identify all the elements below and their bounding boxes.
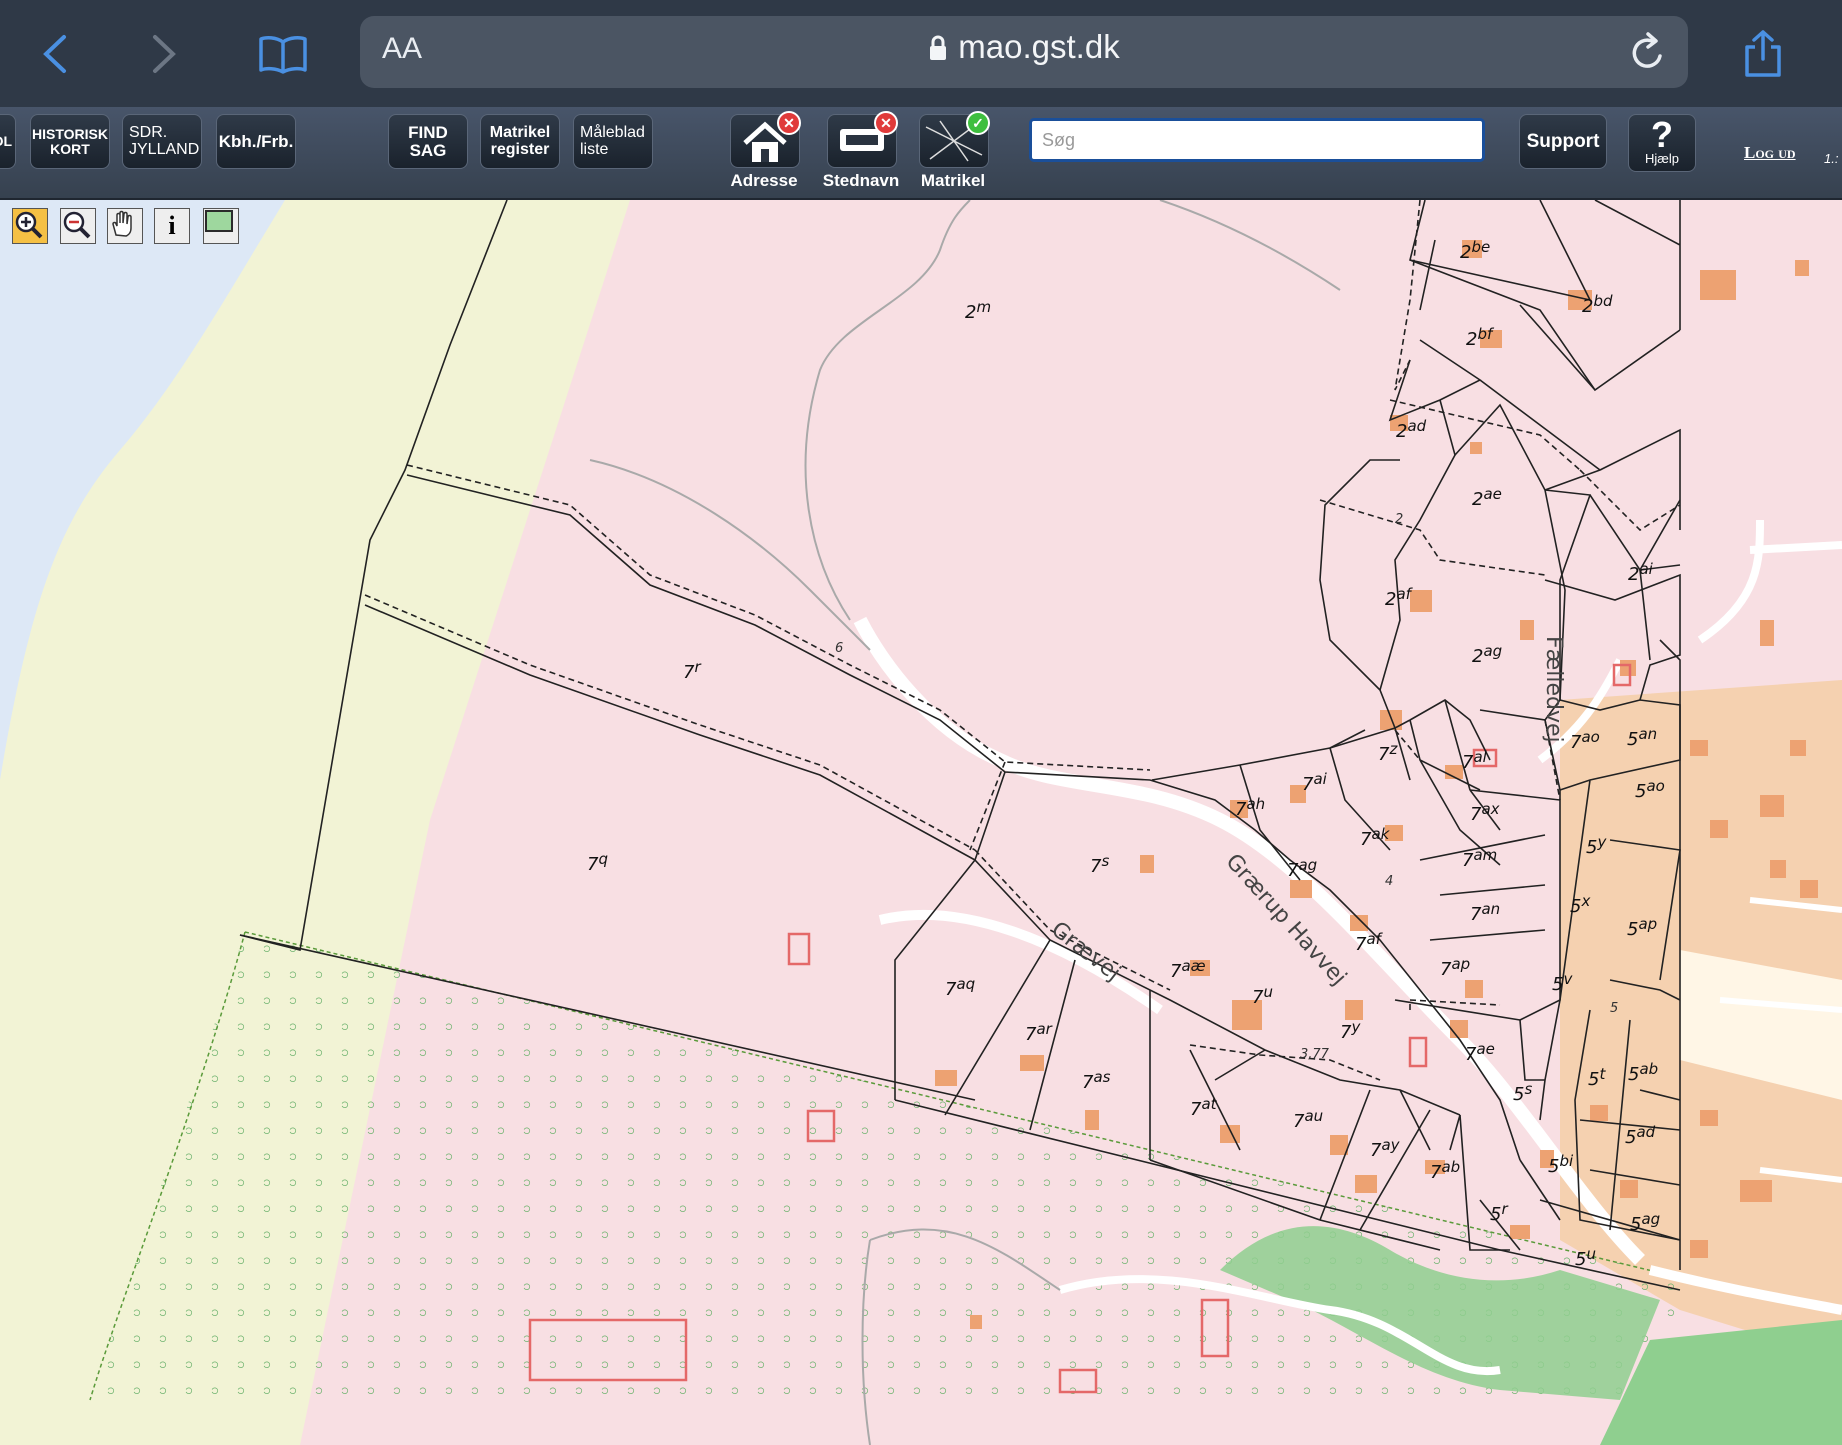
layer-toggle-matrikel[interactable]: ✓ Matrikel (916, 111, 990, 191)
question-icon: ? (1651, 114, 1673, 155)
support-button[interactable]: Support (1519, 114, 1607, 169)
layer-off-badge: ✕ (874, 111, 898, 135)
chevron-left-icon (43, 35, 66, 73)
layer-label: Adresse (730, 171, 798, 190)
edge-mark: 5 (1610, 1001, 1618, 1016)
pan-tool[interactable] (107, 208, 143, 244)
info-tool[interactable]: i (154, 208, 190, 244)
toolbar-button-dl[interactable]: DL (0, 114, 16, 169)
book-icon (259, 36, 307, 74)
zoom-out-icon (63, 211, 91, 239)
share-button[interactable] (1735, 26, 1791, 82)
layer-on-badge: ✓ (966, 111, 990, 135)
scale-text: 1.: (1824, 151, 1839, 166)
layer-toggle-adresse[interactable]: ✕ Adresse (727, 111, 801, 191)
extent-tool[interactable] (203, 208, 239, 244)
historisk-kort-button[interactable]: HISTORISK KORT (30, 114, 110, 169)
road-label-faelledvej: Fælledvej (1541, 636, 1566, 743)
help-button[interactable]: ? Hjælp (1628, 114, 1696, 172)
matrikel-register-button[interactable]: Matrikel register (480, 114, 560, 169)
search-input[interactable] (1029, 118, 1485, 162)
forward-button[interactable] (136, 26, 192, 82)
reload-button[interactable] (1628, 30, 1668, 79)
map-canvas[interactable]: ၥ (0, 200, 1842, 1445)
browser-chrome: AA mao.gst.dk (0, 0, 1842, 107)
extent-icon (205, 210, 233, 232)
bookmarks-button[interactable] (255, 26, 311, 82)
sdr-jylland-button[interactable]: SDR. JYLLAND (122, 114, 202, 169)
layer-label: Stednavn (822, 171, 900, 190)
layer-off-badge: ✕ (777, 111, 801, 135)
kbh-frb-button[interactable]: Kbh./Frb. (216, 114, 296, 169)
logout-link[interactable]: Log ud (1744, 143, 1796, 163)
back-button[interactable] (27, 26, 83, 82)
edge-mark: 2 (1395, 512, 1403, 527)
edge-mark: 6 (835, 641, 843, 656)
edge-mark: 3,77 (1300, 1047, 1330, 1062)
layer-label: Matrikel (920, 171, 986, 190)
url-text: mao.gst.dk (958, 28, 1120, 65)
find-sag-button[interactable]: FIND SAG (388, 114, 468, 169)
lock-icon (930, 35, 947, 60)
info-icon: i (168, 211, 176, 240)
zoom-in-tool[interactable] (12, 208, 48, 244)
edge-mark: 4 (1385, 874, 1393, 889)
maaleblad-liste-button[interactable]: Måleblad liste (573, 114, 653, 169)
share-icon (1745, 30, 1781, 77)
zoom-out-tool[interactable] (60, 208, 96, 244)
hand-icon (112, 210, 132, 237)
address-bar[interactable]: AA mao.gst.dk (360, 16, 1688, 88)
app-toolbar: DL HISTORISK KORT SDR. JYLLAND Kbh./Frb.… (0, 107, 1842, 200)
zoom-in-icon (15, 211, 43, 239)
help-label: Hjælp (1645, 151, 1679, 166)
cadastral-map: ၥ (0, 200, 1842, 1445)
chevron-right-icon (153, 35, 176, 73)
reload-icon (1632, 32, 1662, 68)
layer-toggle-stednavn[interactable]: ✕ Stednavn (823, 111, 899, 191)
